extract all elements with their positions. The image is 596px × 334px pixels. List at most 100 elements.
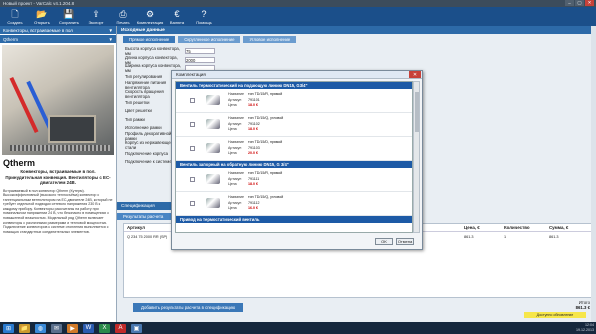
pdf-icon[interactable]: A	[115, 323, 126, 333]
tab-straight[interactable]: Прямое исполнение	[123, 36, 176, 43]
folder-icon: 📂	[36, 9, 48, 19]
dialog-scrollbar[interactable]	[413, 81, 420, 233]
valve-image	[206, 174, 220, 184]
dialog-item: Название тип TD/15/Q, угловой Артикул 79111…	[176, 192, 412, 216]
main-toolbar: 🗋 Создать 📂 Открыть 💾 Сохранить ⇪ Экспорт ⎙ Печат…	[0, 7, 596, 26]
minimize-button[interactable]: –	[565, 0, 574, 6]
item-checkbox[interactable]	[190, 146, 195, 151]
excel-icon[interactable]: X	[99, 323, 110, 333]
form-row: Высота корпуса конвектора, мм 75	[125, 46, 588, 56]
row-sum: 861.3	[549, 234, 559, 239]
save-icon: 💾	[63, 9, 75, 19]
category-dropdown[interactable]: Конвекторы, встраиваемые в пол ▼	[0, 26, 116, 34]
word-icon[interactable]: W	[83, 323, 94, 333]
dialog-item: Название тип TD/15/Q, угловой Артикул 79110…	[176, 113, 412, 137]
ok-button[interactable]: OK	[375, 238, 393, 245]
close-window-button[interactable]: ✕	[585, 0, 594, 6]
item-properties: Название тип TD/15/Q, угловой Артикул 79111…	[228, 195, 283, 212]
item-price: 18.0 €	[248, 182, 258, 186]
windows-icon[interactable]: ⊞	[3, 323, 14, 333]
item-properties: Название тип TD/15/Q, угловой Артикул 79110…	[228, 116, 283, 133]
category-dropdown-value: Конвекторы, встраиваемые в пол	[3, 27, 73, 33]
prop-key: Цена	[228, 127, 237, 131]
dialog-item: Название тип TD/15/D, прямой Артикул 791103…	[176, 137, 412, 161]
toolbar-label: Открыть	[34, 20, 50, 25]
toolbar-button-3[interactable]: ⇪ Экспорт	[85, 8, 107, 26]
item-price: 20.0 €	[248, 151, 258, 155]
field-input[interactable]: 2000	[185, 56, 215, 63]
form-row: Длина корпуса конвектора, мм 2000	[125, 55, 588, 65]
total-block: Итого 861.3 €	[576, 300, 590, 310]
item-article: 791111	[248, 176, 260, 181]
chevron-down-icon: ▼	[108, 36, 113, 42]
help-icon: ?	[201, 9, 207, 19]
col-article: Артикул	[127, 225, 146, 230]
explorer-icon[interactable]: 📁	[19, 323, 30, 333]
item-article: 791112	[248, 200, 260, 205]
toolbar-button-7[interactable]: ? Помощь	[193, 8, 215, 26]
item-checkbox[interactable]	[190, 122, 195, 127]
total-value: 861.3 €	[575, 305, 590, 310]
dialog-buttons: OK Отмена	[375, 238, 414, 245]
toolbar-label: Экспорт	[88, 20, 104, 25]
col-qty: Количество	[504, 225, 530, 230]
item-name: тип TD/15/Q, угловой	[248, 195, 284, 199]
item-checkbox[interactable]	[190, 177, 195, 182]
system-clock[interactable]: 12:04 19.12.2013	[576, 323, 594, 332]
brand-dropdown[interactable]: Qtherm ▼	[0, 35, 116, 43]
dialog-titlebar: Комплектация ✕	[172, 71, 422, 79]
toolbar-label: Комплектация	[136, 20, 164, 25]
browser-icon[interactable]: ◍	[35, 323, 46, 333]
prop-key: Цена	[228, 151, 237, 155]
update-notification[interactable]: Доступно обновление	[524, 312, 586, 318]
dialog-group-header[interactable]: Вентиль термостатический на подающую лин…	[176, 82, 412, 89]
toolbar-label: Печать	[116, 20, 130, 25]
item-price: 18.0 €	[248, 103, 258, 107]
window-controls: – ▢ ✕	[565, 0, 594, 6]
col-price: Цена, €	[464, 225, 480, 230]
row-qty[interactable]: 1	[504, 235, 549, 239]
valve-image	[206, 95, 220, 105]
tab-rounded[interactable]: Скругленное исполнение	[178, 36, 241, 43]
print-icon: ⎙	[119, 9, 127, 19]
valve-image	[206, 119, 220, 129]
product-sidebar: Конвекторы, встраиваемые в пол ▼ Qtherm …	[0, 26, 117, 322]
dialog-group-header[interactable]: Привод на термостатический вентиль	[176, 216, 412, 223]
section-title: Исходные данные	[117, 26, 596, 34]
window-title: Новый проект - VarCalc v4.1.204.8	[3, 1, 75, 6]
toolbar-button-0[interactable]: 🗋 Создать	[4, 8, 26, 26]
item-checkbox[interactable]	[190, 201, 195, 206]
col-sum: Сумма, €	[549, 225, 569, 230]
toolbar-button-2[interactable]: 💾 Сохранить	[58, 8, 80, 26]
product-name: Конвекторы, встраиваемые в пол. Принудит…	[5, 169, 111, 185]
export-icon: ⇪	[92, 9, 100, 19]
toolbar-button-4[interactable]: ⎙ Печать	[112, 8, 134, 26]
brand-name: Qtherm	[3, 158, 36, 168]
toolbar-label: Создать	[7, 20, 23, 25]
toolbar-button-5[interactable]: ⚙ Комплектация	[136, 8, 164, 26]
clock-date: 19.12.2013	[576, 327, 594, 332]
item-checkbox[interactable]	[190, 98, 195, 103]
main-scrollbar[interactable]	[591, 26, 596, 322]
tab-corner[interactable]: Угловое исполнение	[243, 36, 297, 43]
item-properties: Название тип TD/15/R, прямой Артикул 791101…	[228, 92, 282, 109]
prop-key: Цена	[228, 206, 237, 210]
item-properties: Название тип TD/15/D, прямой Артикул 791103…	[228, 140, 282, 157]
dialog-group-header[interactable]: Вентиль запорный на обратную линию DN15,…	[176, 161, 412, 168]
close-dialog-button[interactable]: ✕	[409, 71, 421, 78]
app-icon[interactable]: ▣	[131, 323, 142, 333]
cancel-button[interactable]: Отмена	[396, 238, 414, 245]
product-photo	[2, 45, 114, 155]
toolbar-button-6[interactable]: € Валюта	[166, 8, 188, 26]
add-to-spec-button[interactable]: Добавить результаты расчета в спецификац…	[133, 303, 244, 312]
taskbar: ⊞ 📁 ◍ ✉ ▶ W X A ▣ 12:04 19.12.2013	[0, 322, 596, 334]
maximize-button[interactable]: ▢	[575, 0, 584, 6]
toolbar-button-1[interactable]: 📂 Открыть	[31, 8, 53, 26]
media-icon[interactable]: ▶	[67, 323, 78, 333]
item-properties: Название тип TD/15/R, прямой Артикул 791111…	[228, 171, 282, 188]
item-article: 791101	[248, 97, 260, 102]
field-input[interactable]: 75	[185, 48, 215, 55]
scroll-thumb[interactable]	[415, 92, 419, 132]
mail-icon[interactable]: ✉	[51, 323, 62, 333]
accessories-dialog: Комплектация ✕ Вентиль термостатический …	[171, 70, 423, 250]
